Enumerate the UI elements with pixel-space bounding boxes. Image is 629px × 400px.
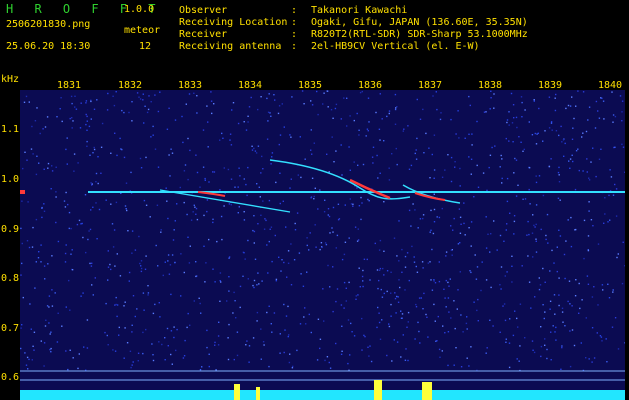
spectrogram bbox=[20, 90, 625, 400]
burst-3 bbox=[422, 382, 432, 400]
info-row-location: Receiving Location: Ogaki, Gifu, JAPAN (1… bbox=[179, 17, 528, 28]
burst-1 bbox=[234, 384, 240, 400]
info-row-observer: Observer: Takanori Kawachi bbox=[179, 5, 408, 16]
y-tick-label: 0.6 bbox=[1, 372, 20, 383]
app-version: 1.0.0 bbox=[124, 4, 155, 15]
info-row-receiver: Receiver: R820T2(RTL-SDR) SDR-Sharp 53.10… bbox=[179, 29, 528, 40]
meteor-label: meteor bbox=[124, 25, 161, 36]
y-tick-label: 0.7 bbox=[1, 323, 20, 334]
y-tick-label: 1.1 bbox=[1, 124, 20, 135]
file-name: 2506201830.png bbox=[6, 19, 91, 30]
station-info: Observer: Takanori Kawachi Receiving Loca… bbox=[179, 5, 528, 53]
burst-2 bbox=[374, 380, 382, 400]
y-tick-label: 1.0 bbox=[1, 174, 20, 185]
burst-4 bbox=[256, 387, 260, 400]
y-tick-label: 0.9 bbox=[1, 224, 20, 235]
y-tick-label: 0.8 bbox=[1, 273, 20, 284]
y-unit-label: kHz bbox=[1, 74, 20, 85]
power-strip bbox=[20, 390, 625, 400]
meteor-count: 12 bbox=[139, 41, 152, 52]
datetime: 25.06.20 18:30 bbox=[6, 41, 91, 52]
header-panel: H R O F F T 1.0.0 2506201830.png meteor … bbox=[0, 0, 629, 72]
info-row-antenna: Receiving antenna:2el-HB9CV Vertical (el… bbox=[179, 41, 480, 52]
